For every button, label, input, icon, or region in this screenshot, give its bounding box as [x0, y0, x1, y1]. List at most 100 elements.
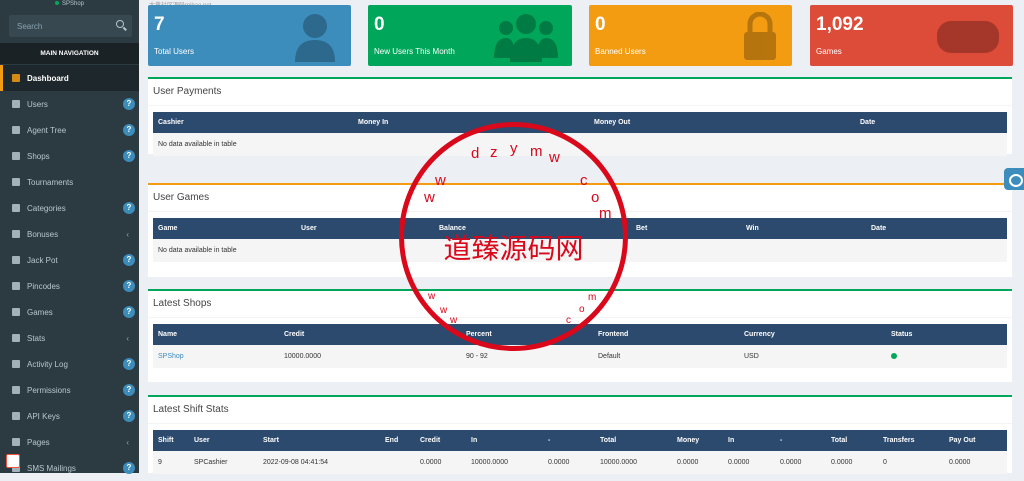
column-header[interactable]: In [471, 430, 548, 451]
column-header[interactable]: Bet [636, 218, 746, 239]
brand: SPShop [0, 0, 139, 10]
sidebar-item-label: Pincodes [27, 281, 60, 291]
help-badge[interactable]: ? [123, 254, 135, 266]
sidebar-item-pages[interactable]: Pages ‹ [0, 429, 139, 455]
stat-label: New Users This Month [374, 47, 455, 56]
sidebar-item-stats[interactable]: Stats ‹ [0, 325, 139, 351]
shift-stats-box: Latest Shift Stats Shift User Start End … [148, 395, 1012, 474]
column-header[interactable]: Shift [153, 430, 194, 451]
help-badge[interactable]: ? [123, 358, 135, 370]
help-badge[interactable]: ? [123, 124, 135, 136]
sidebar-item-label: Shops [27, 151, 50, 161]
shop-currency: USD [744, 353, 759, 360]
stat-card-total-users[interactable]: 7 Total Users [148, 5, 351, 66]
sidebar-item-categories[interactable]: Categories? [0, 195, 139, 221]
stat-card-games[interactable]: 1,092 Games [810, 5, 1013, 66]
watermark-letter: c [566, 315, 571, 326]
column-header[interactable]: Money Out [594, 112, 860, 133]
column-header[interactable]: In [728, 430, 780, 451]
column-header[interactable]: Money [677, 430, 728, 451]
column-header[interactable]: - [780, 430, 831, 451]
sidebar-item-pincodes[interactable]: Pincodes? [0, 273, 139, 299]
sidebar-item-shops[interactable]: Shops? [0, 143, 139, 169]
sidebar-item-bonuses[interactable]: Bonuses ‹ [0, 221, 139, 247]
column-header[interactable]: Date [860, 112, 1007, 133]
sidebar-item-permissions[interactable]: Permissions? [0, 377, 139, 403]
chevron-left-icon: ‹ [126, 230, 129, 239]
stat-card-banned-users[interactable]: 0 Banned Users [589, 5, 792, 66]
sidebar-item-games[interactable]: Games? [0, 299, 139, 325]
stat-value: 1,092 [816, 14, 864, 35]
shift-stats-title: Latest Shift Stats [148, 397, 1012, 424]
key-icon [12, 412, 20, 420]
column-header[interactable]: End [385, 430, 420, 451]
sidebar-search[interactable] [9, 15, 132, 37]
column-header[interactable]: User [194, 430, 263, 451]
search-icon[interactable] [116, 20, 124, 28]
brand-name: SPShop [61, 1, 85, 7]
sidebar-item-label: Pages [27, 437, 50, 447]
column-header[interactable]: Game [153, 218, 301, 239]
status-dot-icon [54, 1, 59, 6]
watermark-letter: y [510, 140, 518, 157]
shop-credit: 10000.0000 [284, 353, 321, 360]
search-input[interactable] [9, 15, 132, 37]
column-header[interactable]: Frontend [598, 324, 744, 345]
sidebar: SPShop MAIN NAVIGATION Dashboard Users? … [0, 0, 139, 474]
laravel-icon[interactable] [6, 454, 20, 468]
sidebar-item-label: Jack Pot [27, 255, 58, 265]
column-header[interactable]: Win [746, 218, 871, 239]
sidebar-item-activity-log[interactable]: Activity Log? [0, 351, 139, 377]
sidebar-item-users[interactable]: Users? [0, 91, 139, 117]
column-header[interactable]: Currency [744, 324, 891, 345]
gamepad-icon [12, 308, 20, 316]
sidebar-item-label: SMS Mailings [27, 463, 76, 473]
column-header[interactable]: Pay Out [949, 430, 1007, 451]
column-header[interactable]: Transfers [883, 430, 949, 451]
sidebar-menu: Dashboard Users? Agent Tree? Shops? Tour… [0, 65, 139, 481]
user-icon [295, 14, 335, 62]
column-header[interactable]: Date [871, 218, 1007, 239]
help-badge[interactable]: ? [123, 306, 135, 318]
sidebar-item-api-keys[interactable]: API Keys? [0, 403, 139, 429]
column-header[interactable]: Credit [420, 430, 471, 451]
column-header[interactable]: Name [153, 324, 284, 345]
help-badge[interactable]: ? [123, 410, 135, 422]
help-badge[interactable]: ? [123, 384, 135, 396]
help-badge[interactable]: ? [123, 280, 135, 292]
table-cell: 0.0000 [548, 459, 570, 466]
sidebar-item-dashboard[interactable]: Dashboard [0, 65, 139, 91]
table-cell: 0.0000 [831, 459, 853, 466]
watermark-letter: w [424, 189, 435, 206]
sidebar-item-jack-pot[interactable]: Jack Pot? [0, 247, 139, 273]
nav-header: MAIN NAVIGATION [0, 43, 139, 64]
stat-card-new-users[interactable]: 0 New Users This Month [368, 5, 572, 66]
users-group-icon [494, 14, 558, 62]
shift-stats-table: Shift User Start End Credit In - Total M… [153, 430, 1007, 474]
sidebar-item-label: Bonuses [27, 229, 59, 239]
stat-value: 0 [374, 14, 385, 35]
table-cell: 0 [883, 459, 887, 466]
sidebar-item-sms-mailings[interactable]: SMS Mailings? [0, 455, 139, 481]
table-cell: 2022-09-08 04:41:54 [263, 459, 328, 466]
column-header[interactable]: Total [831, 430, 883, 451]
sidebar-item-tournaments[interactable]: Tournaments [0, 169, 139, 195]
watermark-letter: o [579, 304, 585, 315]
share-icon[interactable] [1004, 168, 1024, 190]
table-cell: 0.0000 [420, 459, 442, 466]
help-badge[interactable]: ? [123, 202, 135, 214]
column-header[interactable]: Credit [284, 324, 466, 345]
shop-name-link[interactable]: SPShop [158, 353, 184, 360]
column-header[interactable]: Start [263, 430, 385, 451]
column-header[interactable]: Status [891, 324, 1007, 345]
column-header[interactable]: Cashier [153, 112, 358, 133]
sidebar-item-agent-tree[interactable]: Agent Tree? [0, 117, 139, 143]
help-badge[interactable]: ? [123, 150, 135, 162]
table-header-row: Shift User Start End Credit In - Total M… [153, 430, 1007, 451]
help-badge[interactable]: ? [123, 98, 135, 110]
column-header[interactable]: Total [600, 430, 677, 451]
column-header[interactable]: - [548, 430, 600, 451]
sidebar-item-label: Users [27, 99, 48, 109]
help-badge[interactable]: ? [123, 462, 135, 474]
table-cell: 10000.0000 [600, 459, 637, 466]
